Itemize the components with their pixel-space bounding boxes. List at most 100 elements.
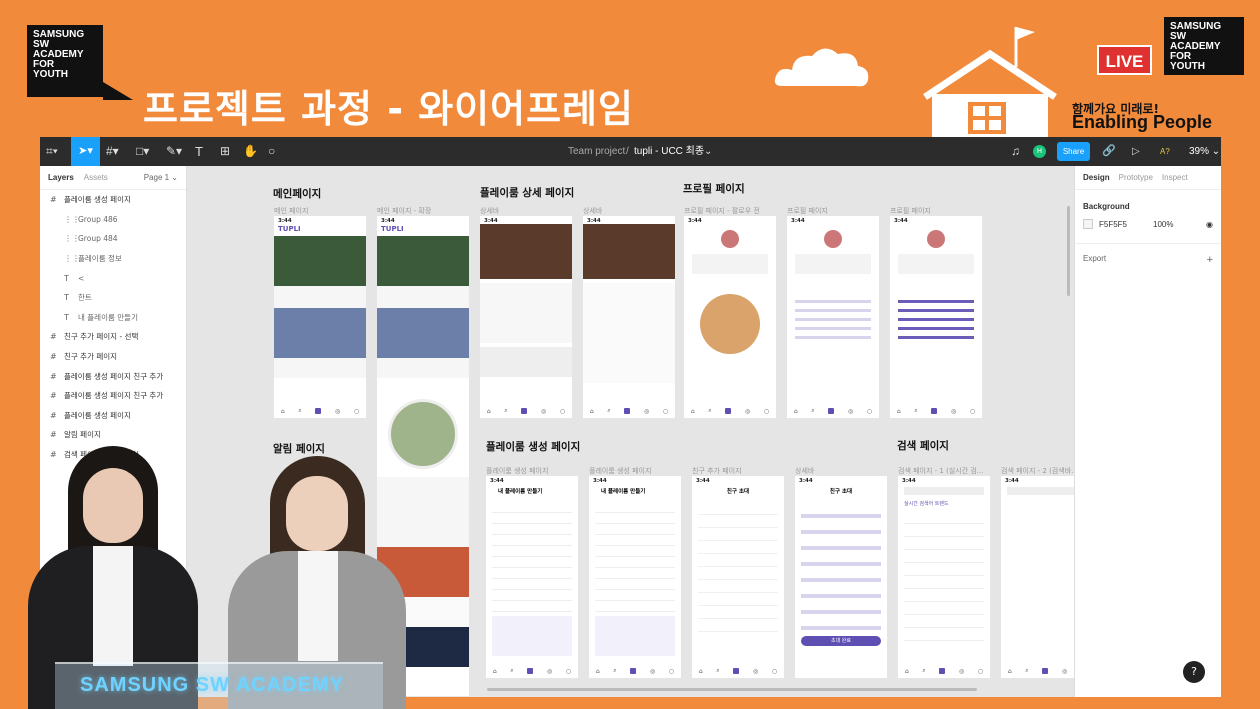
phone-frame-main-expanded[interactable]: 3:44 TUPLI ⌂⌕◎○ [377,216,469,418]
tab-design[interactable]: Design [1083,173,1110,182]
phone-frame-create[interactable]: 3:44 내 플레이룸 만들기 ⌂ ⌕ ◎ ○ [486,476,578,678]
text-layer-icon: T [64,273,69,283]
frame-label: 상세바 [795,467,815,475]
shape-tool-icon[interactable]: □▾ [136,137,149,166]
frame-layer-icon: # [50,332,57,342]
breadcrumb-separator: / [626,146,629,157]
move-tool-icon[interactable]: ➤▾ [71,137,100,166]
frame-layer-icon: # [50,391,57,401]
section-title-main: 메인페이지 [273,188,322,200]
tab-prototype[interactable]: Prototype [1119,173,1153,182]
slogan-en: Enabling People [1072,112,1213,132]
vertical-scrollbar[interactable] [1067,206,1070,296]
horizontal-scrollbar[interactable] [487,688,977,691]
present-play-icon[interactable]: ▷ [1132,137,1140,166]
cloud-illustration [774,48,869,87]
phone-time: 3:44 [278,218,292,224]
layer-item[interactable]: T 내 플레이룸 만들기 [40,308,186,328]
comment-tool-icon[interactable]: ○ [268,137,275,166]
color-swatch[interactable] [1083,219,1093,229]
background-label: Background [1083,202,1130,211]
frame-label: 프로필 페이지 [890,207,931,215]
layer-item[interactable]: # 알림 페이지 [40,425,186,445]
resources-icon[interactable]: ⊞ [220,137,230,166]
figma-window: ⌗▾ ➤▾ #▾ □▾ ✎▾ T ⊞ ✋ ○ Team project / tu… [40,137,1221,697]
phone-time: 3:44 [894,218,908,224]
design-panel: Design Prototype Inspect Background F5F5… [1074,166,1221,697]
text-layer-icon: T [64,312,69,322]
layer-item[interactable]: ⋮⋮ Group 484 [40,229,186,249]
phone-frame-friend[interactable]: 3:44 친구 초대 ⌂ ⌕ ◎ ○ [692,476,784,678]
phone-frame-detail[interactable]: 3:44 ⌂ ⌕ ◎ ○ [480,216,572,418]
hand-tool-icon[interactable]: ✋ [243,137,258,166]
phone-time: 3:44 [490,478,504,484]
section-title-profile: 프로필 페이지 [683,183,745,195]
tab-layers[interactable]: Layers [48,173,74,182]
background-hex[interactable]: F5F5F5 [1099,220,1127,229]
layer-item[interactable]: # 플레이룸 생성 페이지 친구 추가 [40,366,186,386]
phone-time: 3:44 [791,218,805,224]
friend-title: 친구 초대 [726,489,750,495]
zoom-level[interactable]: 39% ⌄ [1189,137,1220,166]
frame-layer-icon: # [50,410,57,420]
layer-item[interactable]: # 플레이룸 생성 페이지 [40,406,186,426]
phone-frame-create-2[interactable]: 3:44 내 플레이룸 만들기 ⌂ ⌕ ◎ ○ [589,476,681,678]
link-icon[interactable]: 🔗 [1102,137,1116,166]
phone-frame-search-2[interactable]: 3:44 ⌂⌕◎○ [1001,476,1074,678]
frame-layer-icon: # [50,195,57,205]
layer-item[interactable]: # 플레이룸 생성 페이지 [40,190,186,210]
layer-item[interactable]: T < [40,268,186,288]
phone-frame-friend-select[interactable]: 3:44 친구 초대 초대 완료 [795,476,887,678]
phone-time: 3:44 [902,478,916,484]
frame-layer-icon: # [50,371,57,381]
add-export-button[interactable]: + [1207,254,1213,266]
frame-layer-icon: # [50,430,57,440]
chevron-down-icon[interactable]: ⌄ [704,137,712,166]
phone-frame-search[interactable]: 3:44 실시간 검색어 트렌드 ⌂ ⌕ ◎ ○ [898,476,990,678]
layer-item[interactable]: ⋮⋮ 플레이룸 정보 [40,249,186,269]
layer-item[interactable]: # 친구 추가 페이지 [40,347,186,367]
text-tool-icon[interactable]: T [195,137,203,166]
phone-time: 3:44 [593,478,607,484]
video-thumbnail [274,308,366,358]
section-title-alarm: 알림 페이지 [273,443,325,455]
layer-label: 플레이룸 생성 페이지 친구 추가 [64,371,164,381]
share-button[interactable]: Share [1057,142,1090,161]
layer-item[interactable]: ⋮⋮ Group 486 [40,210,186,230]
eye-icon[interactable]: ◉ [1206,220,1213,229]
file-name[interactable]: tupli - UCC 최종 [634,137,704,166]
layer-item[interactable]: # 친구 추가 페이지 - 선택 [40,327,186,347]
complete-invite-button[interactable]: 초대 완료 [801,636,881,646]
app-logo: TUPLI [381,225,404,233]
tab-inspect[interactable]: Inspect [1162,173,1188,182]
figma-menu-icon[interactable]: ⌗▾ [46,137,58,166]
school-house-illustration [923,27,1057,137]
font-icon[interactable]: A? [1160,137,1170,166]
layer-item[interactable]: T 한트 [40,288,186,308]
page-selector[interactable]: Page 1 ⌄ [144,173,178,182]
video-thumbnail [274,236,366,286]
tab-assets[interactable]: Assets [84,173,108,182]
group-layer-icon: ⋮⋮ [64,234,80,244]
frame-label: 메인 페이지 [274,207,309,215]
create-title: 내 플레이룸 만들기 [498,489,543,495]
help-button[interactable]: ? [1183,661,1205,683]
frame-tool-icon[interactable]: #▾ [106,137,119,166]
pen-tool-icon[interactable]: ✎▾ [166,137,182,166]
phone-frame-main[interactable]: 3:44 TUPLI ⌂ ⌕ ◎ ○ [274,216,366,418]
phone-frame-profile-stats-2[interactable]: 3:44 ⌂ ⌕ ◎ ○ [890,216,982,418]
layer-list: # 플레이룸 생성 페이지 ⋮⋮ Group 486 ⋮⋮ Group 484 ⋮⋮ 플레이룸… [40,190,186,464]
phone-frame-detail-chat[interactable]: 3:44 ⌂ ⌕ ◎ ○ [583,216,675,418]
phone-time: 3:44 [381,218,395,224]
headphones-icon[interactable]: ♫ [1011,137,1020,166]
breadcrumb-team[interactable]: Team project [568,137,625,166]
user-avatar[interactable]: H [1033,145,1046,158]
layer-item[interactable]: # 플레이룸 생성 페이지 친구 추가 [40,386,186,406]
frame-label: 검색 페이지 - 2 (검색바... [1001,467,1074,475]
phone-time: 3:44 [1005,478,1019,484]
background-opacity[interactable]: 100% [1153,220,1173,229]
academy-banner: SAMSUNG SW ACADEMY [80,674,344,696]
phone-frame-profile-stats[interactable]: 3:44 ⌂ ⌕ ◎ ○ [787,216,879,418]
frame-label: 프로필 페이지 - 팔로우 전 [684,207,760,215]
phone-frame-profile[interactable]: 3:44 ⌂ ⌕ ◎ ○ [684,216,776,418]
